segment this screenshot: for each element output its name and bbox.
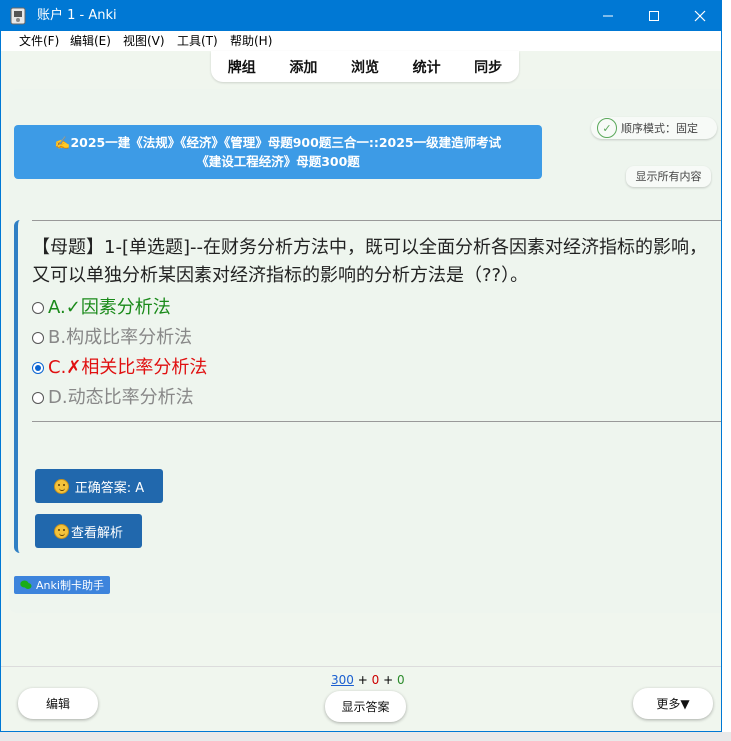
maximize-icon bbox=[649, 11, 659, 21]
check-circle-icon: ✓ bbox=[597, 118, 617, 138]
order-mode-badge[interactable]: ✓ 顺序模式：固定 bbox=[591, 117, 717, 139]
reviewer-panel: ✍️2025一建《法规》《经济》《管理》母题900题三合一::2025一级建造师… bbox=[9, 89, 721, 613]
more-button[interactable]: 更多▼ bbox=[633, 688, 713, 719]
anki-helper-label: Anki制卡助手 bbox=[36, 579, 104, 592]
option-d-letter: D. bbox=[48, 387, 68, 408]
bottom-bar: 300 + 0 + 0 编辑 显示答案 更多▼ bbox=[1, 666, 721, 731]
option-c[interactable]: C. ✗ 相关比率分析法 bbox=[32, 356, 207, 380]
toolbar-add[interactable]: 添加 bbox=[283, 57, 323, 77]
option-a-letter: A. bbox=[48, 297, 66, 318]
menu-tools[interactable]: 工具(T) bbox=[177, 31, 218, 51]
deck-banner: ✍️2025一建《法规》《经济》《管理》母题900题三合一::2025一级建造师… bbox=[14, 125, 542, 179]
toolbar-decks[interactable]: 牌组 bbox=[222, 57, 262, 77]
background-app-edge bbox=[722, 0, 731, 741]
radio-icon[interactable] bbox=[32, 392, 44, 404]
maximize-button[interactable] bbox=[631, 1, 677, 31]
count-plus-2: + bbox=[383, 673, 394, 687]
option-b-text: 构成比率分析法 bbox=[66, 327, 193, 348]
anki-helper-tag[interactable]: Anki制卡助手 bbox=[14, 576, 110, 594]
window-title: 账户 1 - Anki bbox=[37, 8, 117, 23]
radio-selected-icon[interactable] bbox=[32, 362, 44, 374]
deck-path-line2: 《建设工程经济》母题300题 bbox=[196, 154, 360, 169]
option-b[interactable]: B. 构成比率分析法 bbox=[32, 326, 192, 350]
menu-bar: 文件(F) 编辑(E) 视图(V) 工具(T) 帮助(H) bbox=[1, 31, 721, 51]
radio-icon[interactable] bbox=[32, 302, 44, 314]
minimize-button[interactable] bbox=[585, 1, 631, 31]
close-button[interactable] bbox=[677, 1, 721, 31]
wechat-icon bbox=[20, 580, 32, 589]
background-app-bottom bbox=[0, 732, 731, 741]
anki-app-icon bbox=[10, 7, 26, 25]
option-d[interactable]: D. 动态比率分析法 bbox=[32, 386, 194, 410]
order-mode-label: 顺序模式：固定 bbox=[621, 122, 698, 135]
menu-file[interactable]: 文件(F) bbox=[19, 31, 59, 51]
due-counts: 300 + 0 + 0 bbox=[331, 673, 405, 687]
thinking-emoji-icon bbox=[53, 523, 69, 539]
option-a-mark: ✓ bbox=[65, 297, 81, 318]
option-c-letter: C. bbox=[48, 357, 67, 378]
show-answer-button[interactable]: 显示答案 bbox=[325, 691, 406, 722]
count-learn: 0 bbox=[371, 673, 380, 687]
toolbar-stats[interactable]: 统计 bbox=[407, 57, 447, 77]
main-toolbar: 牌组 添加 浏览 统计 同步 bbox=[211, 51, 519, 82]
radio-icon[interactable] bbox=[32, 332, 44, 344]
menu-view[interactable]: 视图(V) bbox=[123, 31, 165, 51]
edit-button[interactable]: 编辑 bbox=[18, 688, 98, 719]
option-a-text: 因素分析法 bbox=[80, 297, 171, 318]
view-explanation-label: 查看解析 bbox=[70, 525, 123, 541]
option-a[interactable]: A. ✓ 因素分析法 bbox=[32, 296, 171, 320]
menu-help[interactable]: 帮助(H) bbox=[230, 31, 272, 51]
toolbar-browse[interactable]: 浏览 bbox=[345, 57, 385, 77]
toolbar-sync[interactable]: 同步 bbox=[468, 57, 508, 77]
option-c-mark: ✗ bbox=[66, 357, 82, 378]
correct-answer-label: 正确答案: A bbox=[74, 480, 145, 496]
deck-path-line1: ✍️2025一建《法规》《经济》《管理》母题900题三合一::2025一级建造师… bbox=[54, 135, 502, 150]
option-d-text: 动态比率分析法 bbox=[67, 387, 194, 408]
close-icon bbox=[694, 10, 706, 22]
option-b-letter: B. bbox=[48, 327, 67, 348]
divider-middle bbox=[32, 421, 721, 422]
anki-window: 账户 1 - Anki 文件(F) 编辑(E) 视图(V) 工具(T) 帮助(H… bbox=[0, 0, 722, 732]
correct-answer-button[interactable]: 正确答案: A bbox=[35, 469, 163, 503]
question-text: 【母题】1-[单选题]--在财务分析方法中，既可以全面分析各因素对经济指标的影响… bbox=[32, 237, 707, 286]
option-c-text: 相关比率分析法 bbox=[81, 357, 208, 378]
question-card: 【母题】1-[单选题]--在财务分析方法中，既可以全面分析各因素对经济指标的影响… bbox=[14, 220, 721, 553]
divider-top bbox=[32, 220, 721, 221]
count-plus-1: + bbox=[357, 673, 368, 687]
view-explanation-button[interactable]: 查看解析 bbox=[35, 514, 142, 548]
show-all-button[interactable]: 显示所有内容 bbox=[626, 166, 711, 187]
minimize-icon bbox=[603, 15, 613, 17]
count-review: 0 bbox=[396, 673, 405, 687]
smirk-emoji-icon bbox=[53, 478, 69, 494]
menu-edit[interactable]: 编辑(E) bbox=[70, 31, 111, 51]
count-new: 300 bbox=[331, 673, 354, 687]
title-bar[interactable]: 账户 1 - Anki bbox=[1, 1, 721, 31]
